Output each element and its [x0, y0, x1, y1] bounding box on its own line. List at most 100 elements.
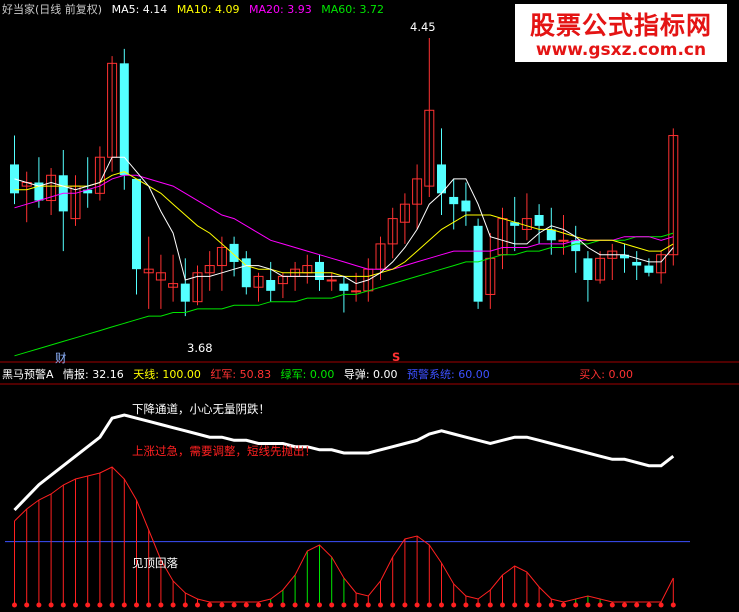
- candle-body-up: [351, 290, 362, 293]
- histogram-dot: [365, 602, 371, 608]
- candle-body-down: [534, 215, 544, 226]
- histogram-dot: [158, 602, 164, 608]
- histogram-dot: [524, 602, 530, 608]
- histogram-dot: [548, 602, 554, 608]
- histogram-dot: [146, 602, 152, 608]
- candle-body-down: [449, 196, 459, 205]
- histogram-dot: [341, 602, 347, 608]
- histogram-dot: [170, 602, 176, 608]
- histogram-dot: [292, 602, 298, 608]
- histogram-dot: [463, 602, 469, 608]
- histogram-dot: [48, 602, 54, 608]
- sell-marker[interactable]: S: [392, 350, 400, 364]
- main-header: 好当家(日线 前复权) MA5: 4.14 MA10: 4.09 MA20: 3…: [2, 1, 390, 17]
- histogram-dot: [329, 602, 335, 608]
- histogram-dot: [182, 602, 188, 608]
- annotation-high: 4.45: [410, 20, 436, 34]
- ma5-value: MA5: 4.14: [111, 3, 168, 16]
- candle-body-down: [339, 283, 349, 291]
- banner-title: 股票公式指标网: [529, 11, 712, 40]
- candle-body-down: [632, 261, 642, 266]
- histogram-dot: [207, 602, 213, 608]
- histogram-dot: [622, 602, 627, 608]
- histogram-dot: [402, 602, 408, 608]
- ma60-value: MA60: 3.72: [321, 3, 384, 16]
- histogram-dot: [243, 602, 249, 608]
- histogram-dot: [414, 602, 420, 608]
- candle-body-down: [266, 280, 276, 291]
- histogram-dot: [609, 602, 615, 608]
- histogram-dot: [12, 602, 17, 608]
- histogram-dot: [426, 602, 432, 608]
- ma20-line: [14, 174, 674, 270]
- histogram-dot: [268, 602, 274, 608]
- histogram-dot: [24, 602, 30, 608]
- intel-value: 情报: 32.16: [63, 368, 124, 381]
- histogram-dot: [561, 602, 566, 608]
- annotation-low: 3.68: [187, 341, 213, 355]
- histogram-dot: [646, 602, 652, 608]
- indicator-header: 黑马预警A 情报: 32.16 天线: 100.00 红军: 50.83 绿军:…: [2, 366, 639, 382]
- histogram-dot: [536, 602, 542, 608]
- red-army-value: 红军: 50.83: [210, 368, 272, 381]
- stock-title: 好当家(日线 前复权): [2, 3, 103, 16]
- chart-stage: [0, 38, 739, 608]
- sky-value: 天线: 100.00: [133, 368, 201, 381]
- histogram-dot: [85, 602, 91, 608]
- down-channel-note: 下降通道，小心无量阴跌！: [132, 402, 270, 416]
- histogram-dot: [219, 602, 225, 608]
- histogram-dot: [304, 602, 310, 608]
- histogram-dot: [317, 602, 322, 608]
- histogram-dot: [658, 602, 664, 608]
- histogram-dot: [36, 602, 42, 608]
- candle-body-down: [583, 258, 593, 280]
- histogram-dot: [231, 602, 237, 608]
- indicator-panel[interactable]: [5, 413, 690, 608]
- histogram-dot: [280, 602, 286, 608]
- histogram-dot: [500, 602, 505, 608]
- histogram-dot: [573, 602, 579, 608]
- ma60-line: [14, 232, 674, 357]
- histogram-dot: [451, 602, 457, 608]
- histogram-dot: [378, 602, 383, 608]
- banner-url: www.gsxz.com.cn: [535, 40, 707, 60]
- ma10-value: MA10: 4.09: [176, 3, 240, 16]
- histogram-dot: [439, 602, 444, 608]
- histogram-dot: [134, 602, 139, 608]
- overheat-note: 上涨过急，需要调整，短线先抛出！: [132, 444, 316, 458]
- finance-marker[interactable]: 财: [55, 350, 67, 366]
- candle-body-down: [571, 240, 581, 252]
- histogram-dot: [585, 602, 591, 608]
- warning-value: 预警系统: 60.00: [407, 368, 490, 381]
- histogram-dot: [121, 602, 127, 608]
- histogram-dot: [73, 602, 78, 608]
- top-fall-note: 见顶回落: [132, 556, 178, 570]
- sky-line: [13, 413, 675, 512]
- histogram-dot: [475, 602, 481, 608]
- histogram-dot: [109, 602, 115, 608]
- ma20-value: MA20: 3.93: [249, 3, 312, 16]
- histogram-dot: [634, 602, 640, 608]
- candle-body-down: [473, 225, 483, 302]
- candle-body-down: [461, 200, 471, 212]
- candle-body-down: [644, 265, 654, 273]
- candle-body-down: [132, 178, 141, 270]
- histogram-dot: [597, 602, 603, 608]
- candle-body-down: [180, 283, 190, 302]
- candle-body-down: [546, 229, 556, 241]
- histogram-dot: [256, 602, 261, 608]
- histogram-dot: [487, 602, 493, 608]
- histogram-dot: [97, 602, 103, 608]
- histogram-dot: [670, 602, 676, 608]
- histogram-dot: [353, 602, 359, 608]
- candlestick-panel[interactable]: [10, 38, 679, 357]
- candle-body-down: [10, 164, 19, 194]
- histogram-dot: [512, 602, 518, 608]
- missile-value: 导弹: 0.00: [343, 368, 398, 381]
- candle-body-up: [558, 239, 569, 242]
- indicator-name: 黑马预警A: [2, 368, 54, 381]
- candle-body-down: [119, 63, 129, 176]
- green-army-value: 绿军: 0.00: [280, 368, 335, 381]
- site-banner[interactable]: 股票公式指标网 www.gsxz.com.cn: [515, 4, 727, 62]
- ma5-line: [14, 156, 674, 285]
